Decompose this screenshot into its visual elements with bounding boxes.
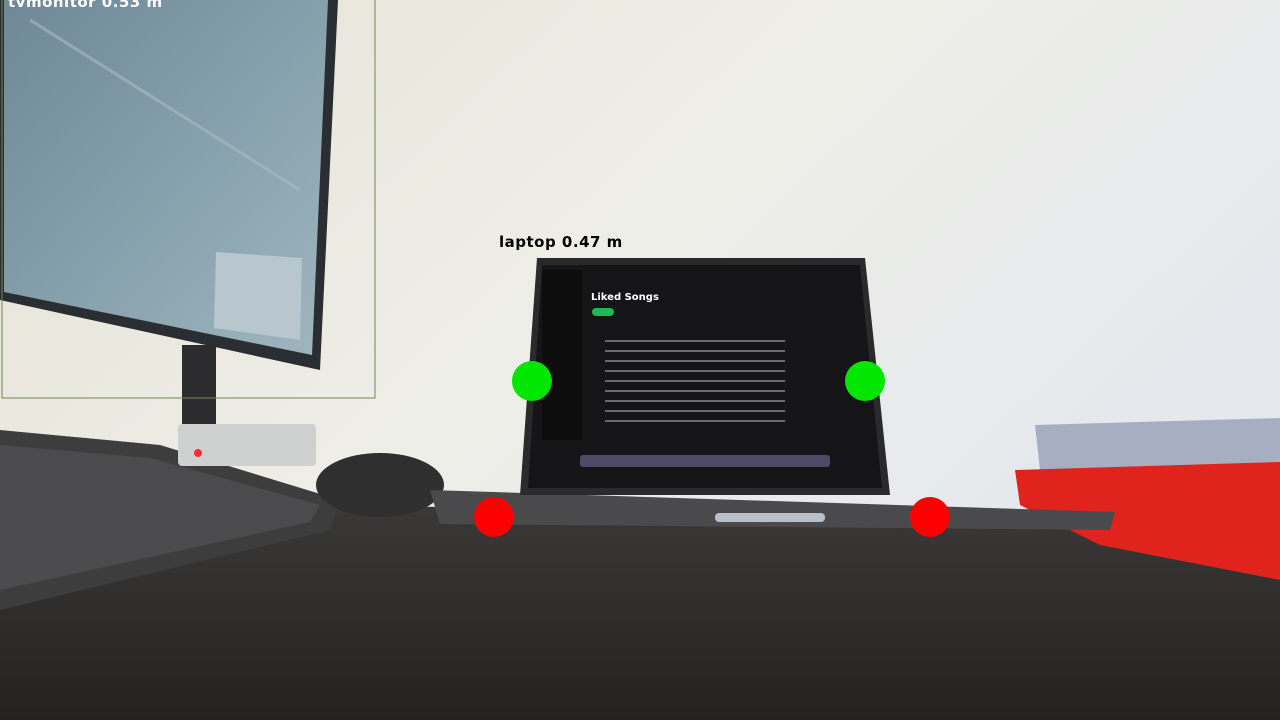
camera-frame (0, 0, 1280, 720)
laptop-bottom-right-keypoint (910, 497, 950, 537)
laptop-top-right-keypoint (845, 361, 885, 401)
laptop-bottom-left-keypoint (474, 497, 514, 537)
laptop-screen-heading: Liked Songs (591, 292, 659, 303)
tvmonitor-distance-label: tvmonitor 0.53 m (8, 0, 163, 11)
laptop-distance-label: laptop 0.47 m (499, 233, 623, 251)
mouse (316, 453, 444, 517)
router (178, 424, 316, 466)
laptop-top-left-keypoint (512, 361, 552, 401)
